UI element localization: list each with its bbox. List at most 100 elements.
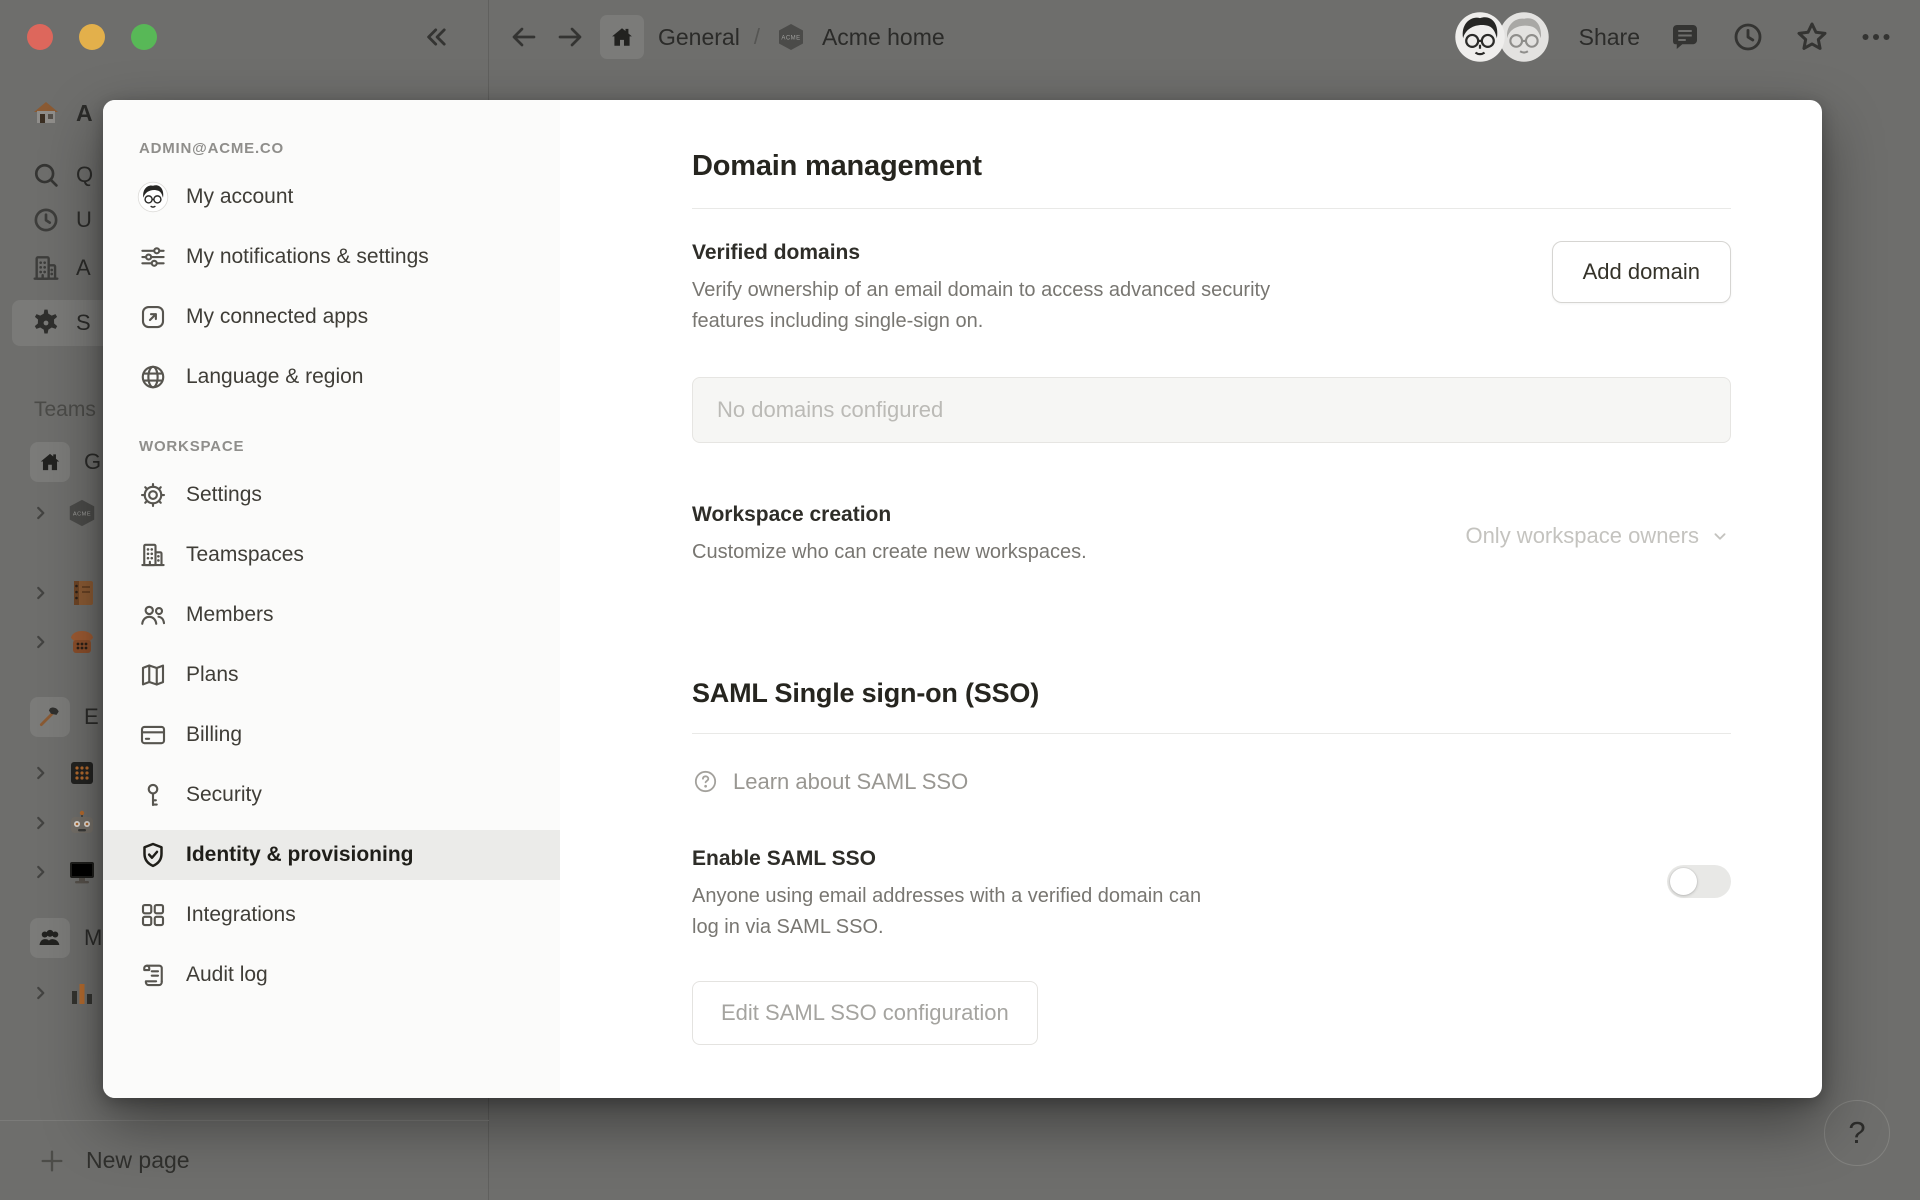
presence-avatars[interactable]: [1454, 10, 1552, 64]
new-page-button[interactable]: New page: [0, 1120, 489, 1200]
forward-arrow-icon[interactable]: [554, 21, 586, 53]
settings-item-integrations[interactable]: Integrations: [103, 890, 560, 940]
house-emoji-icon: [34, 102, 58, 123]
comments-icon[interactable]: [1667, 19, 1703, 55]
domain-management-title: Domain management: [692, 150, 982, 182]
chevron-right-icon: [37, 865, 45, 879]
breadcrumb-page[interactable]: Acme home: [822, 24, 945, 51]
chart-emoji-icon: [72, 984, 92, 1004]
workspace-creation-selected-option: Only workspace owners: [1465, 522, 1699, 548]
breadcrumb: General / ACME Acme home: [508, 15, 945, 59]
enable-saml-toggle[interactable]: [1667, 865, 1731, 898]
verified-domains-title: Verified domains: [692, 241, 861, 264]
plus-icon: [41, 1150, 63, 1171]
more-options-icon[interactable]: [1858, 19, 1894, 55]
settings-item-plans[interactable]: Plans: [103, 650, 560, 700]
breadcrumb-teamspace[interactable]: General: [658, 24, 740, 51]
learn-saml-label: Learn about SAML SSO: [733, 768, 969, 794]
chevron-right-icon: [37, 816, 45, 830]
building-icon: [33, 256, 59, 280]
acme-logo-icon: ACME: [778, 24, 803, 50]
settings-item-identity-provisioning[interactable]: Identity & provisioning: [103, 830, 560, 880]
sliders-icon: [137, 241, 169, 273]
settings-item-notifications[interactable]: My notifications & settings: [103, 232, 560, 282]
settings-item-members[interactable]: Members: [103, 590, 560, 640]
settings-item-my-account[interactable]: My account: [103, 172, 560, 222]
people-teamspace-icon: [30, 918, 70, 958]
breadcrumb-separator: /: [753, 24, 760, 49]
breadcrumb-home-icon[interactable]: [600, 15, 644, 59]
audit-scroll-icon: [137, 959, 169, 991]
key-icon: [137, 779, 169, 811]
chevron-right-icon: [37, 586, 45, 600]
help-button[interactable]: ?: [1824, 1100, 1890, 1166]
hammer-teamspace-icon: [30, 697, 70, 737]
workspace-creation-description: Customize who can create new workspaces.: [692, 541, 1087, 563]
shield-check-icon: [137, 839, 169, 871]
gear-icon: [34, 309, 58, 334]
search-icon: [34, 163, 58, 187]
workspace-name: A: [76, 99, 93, 126]
account-avatar-icon: [137, 181, 169, 213]
saml-section-title: SAML Single sign-on (SSO): [692, 678, 1040, 708]
close-window-button[interactable]: [27, 24, 53, 50]
chevron-down-icon: [1714, 532, 1726, 540]
grid-icon: [137, 899, 169, 931]
settings-item-billing[interactable]: Billing: [103, 710, 560, 760]
settings-modal-sidebar: ADMIN@ACME.CO My account My notification…: [103, 100, 560, 1098]
settings-item-connected-apps[interactable]: My connected apps: [103, 292, 560, 342]
globe-icon: [137, 361, 169, 393]
minimize-window-button[interactable]: [79, 24, 105, 50]
back-arrow-icon[interactable]: [508, 21, 540, 53]
svg-text:ACME: ACME: [781, 36, 800, 42]
workspace-creation-row: Workspace creation Customize who can cre…: [692, 503, 1731, 568]
section-divider: [692, 208, 1731, 209]
edit-saml-configuration-button[interactable]: Edit SAML SSO configuration: [692, 981, 1038, 1045]
robot-emoji-icon: [71, 810, 93, 833]
verified-domains-empty-input[interactable]: [692, 377, 1731, 443]
favorite-star-icon[interactable]: [1793, 18, 1831, 56]
avatar-1: [1454, 12, 1505, 62]
settings-item-teamspaces[interactable]: Teamspaces: [103, 530, 560, 580]
chevron-right-icon: [37, 635, 45, 649]
settings-modal: ADMIN@ACME.CO My account My notification…: [103, 100, 1822, 1098]
enable-saml-title: Enable SAML SSO: [692, 847, 876, 870]
building-icon: [137, 539, 169, 571]
svg-text:ACME: ACME: [73, 511, 91, 517]
monitor-emoji-icon: [70, 862, 94, 884]
teams-section-label: Teams: [34, 398, 96, 421]
verified-domains-description: Verify ownership of an email domain to a…: [692, 279, 1271, 332]
credit-card-icon: [137, 719, 169, 751]
settings-item-settings[interactable]: Settings: [103, 470, 560, 520]
workspace-section-label: WORKSPACE: [139, 438, 245, 455]
settings-modal-content: Domain management Verified domains Verif…: [560, 100, 1822, 1098]
settings-item-security[interactable]: Security: [103, 770, 560, 820]
add-domain-button[interactable]: Add domain: [1551, 241, 1731, 303]
calculator-emoji-icon: [71, 762, 93, 784]
telephone-emoji-icon: [71, 631, 93, 653]
home-teamspace-icon: [30, 442, 70, 482]
workspace-creation-title: Workspace creation: [692, 503, 892, 526]
workspace-creation-dropdown[interactable]: Only workspace owners: [1465, 523, 1731, 549]
acme-logo-icon: ACME: [69, 499, 95, 527]
topbar-actions: Share: [1454, 0, 1894, 74]
chevron-right-icon: [37, 506, 45, 520]
new-page-label: New page: [86, 1147, 190, 1173]
share-button[interactable]: Share: [1579, 24, 1640, 51]
verified-domains-row: Verified domains Verify ownership of an …: [692, 241, 1731, 337]
history-clock-icon[interactable]: [1730, 19, 1766, 55]
chevron-right-icon: [37, 766, 45, 780]
settings-item-audit-log[interactable]: Audit log: [103, 950, 560, 1000]
people-icon: [137, 599, 169, 631]
enable-saml-description: Anyone using email addresses with a veri…: [692, 885, 1202, 938]
sidebar-collapse-icon[interactable]: [418, 20, 452, 54]
window-controls: [27, 24, 157, 50]
enable-saml-row: Enable SAML SSO Anyone using email addre…: [692, 847, 1731, 943]
zoom-window-button[interactable]: [131, 24, 157, 50]
learn-saml-link[interactable]: Learn about SAML SSO: [692, 768, 1731, 795]
chevron-right-icon: [37, 986, 45, 1000]
clock-icon: [34, 208, 58, 232]
arrow-up-right-box-icon: [137, 301, 169, 333]
settings-item-language-region[interactable]: Language & region: [103, 352, 560, 402]
toggle-knob: [1670, 868, 1697, 895]
